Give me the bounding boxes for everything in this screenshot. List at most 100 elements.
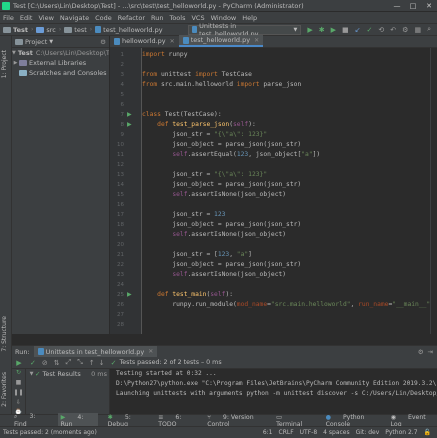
menu-run[interactable]: Run xyxy=(151,14,163,22)
tree-item-scratches[interactable]: Scratches and Consoles xyxy=(12,68,109,78)
run-icon[interactable]: ▶ xyxy=(307,26,312,34)
breadcrumb-src[interactable]: src xyxy=(36,26,56,34)
code-line: self.assertIsNone(json_object) xyxy=(172,231,287,238)
status-position[interactable]: 6:1 xyxy=(263,429,273,436)
expand-icon[interactable]: ⤢ xyxy=(66,358,72,367)
chevron-down-icon[interactable]: ▼ xyxy=(28,371,35,377)
close-icon[interactable]: ✕ xyxy=(254,37,259,44)
collapse-icon[interactable]: ⤡ xyxy=(77,358,83,367)
code-line: self.assertIsNone(json_object) xyxy=(172,271,287,278)
run-test-icon[interactable]: ▶ xyxy=(127,110,132,120)
line-number: 7 xyxy=(120,112,125,118)
status-indent[interactable]: 4 spaces xyxy=(323,429,349,436)
settings-icon[interactable]: ⚙ xyxy=(402,26,408,34)
menu-view[interactable]: View xyxy=(38,14,53,22)
vcs-commit-icon[interactable]: ✓ xyxy=(367,26,373,34)
hide-icon[interactable]: ⇥ xyxy=(428,348,433,356)
close-button[interactable]: ✕ xyxy=(421,0,437,12)
line-number: 16 xyxy=(117,202,124,208)
tool-tab-structure[interactable]: 7: Structure xyxy=(1,316,8,352)
menu-help[interactable]: Help xyxy=(242,14,257,22)
chevron-right-icon[interactable]: ▶ xyxy=(12,60,19,66)
line-number: 22 xyxy=(117,262,124,268)
code-editor[interactable]: import runpy from unittest import TestCas… xyxy=(142,48,430,334)
rerun-icon[interactable]: ▶ xyxy=(12,359,26,367)
pause-icon[interactable]: ❚❚ xyxy=(12,389,25,399)
status-message[interactable]: Tests passed: 2 (moments ago) xyxy=(3,429,97,436)
menu-file[interactable]: File xyxy=(3,14,14,22)
status-interpreter[interactable]: Python 2.7 xyxy=(385,429,417,436)
menu-edit[interactable]: Edit xyxy=(20,14,33,22)
run-configuration-select[interactable]: Unittests in test_helloworld.py ▼ xyxy=(187,22,302,38)
line-number: 10 xyxy=(117,142,124,148)
revert-icon[interactable]: ↶ xyxy=(390,26,396,34)
chevron-down-icon[interactable]: ▼ xyxy=(49,39,53,45)
tool-tab-favorites[interactable]: 2: Favorites xyxy=(1,372,8,407)
run-label: Run: xyxy=(15,347,30,356)
search-icon: ⌕ xyxy=(14,413,20,420)
close-icon[interactable]: ✕ xyxy=(170,38,175,45)
vcs-update-icon[interactable]: ↙ xyxy=(355,26,361,34)
tree-item-test[interactable]: ▼ Test C:\Users\Lin\Desktop\T xyxy=(12,48,109,58)
left-tool-strip: 1: Project 7: Structure 2: Favorites xyxy=(0,36,12,426)
python-file-icon xyxy=(182,36,189,44)
export-icon[interactable]: ⇩ xyxy=(12,399,25,409)
up-icon[interactable]: ↑ xyxy=(89,359,95,367)
menu-navigate[interactable]: Navigate xyxy=(60,14,89,22)
code-line: def test_parse_json(self): xyxy=(157,121,256,128)
code-line: json_object = parse_json(json_str) xyxy=(142,141,302,148)
menu-window[interactable]: Window xyxy=(211,14,237,22)
debug-icon[interactable]: ✱ xyxy=(319,26,325,34)
tab-helloworld[interactable]: helloworld.py ✕ xyxy=(110,35,179,47)
menu-vcs[interactable]: VCS xyxy=(191,14,204,22)
menu-refactor[interactable]: Refactor xyxy=(118,14,145,22)
settings-icon[interactable]: ⚙ xyxy=(100,38,106,46)
breadcrumb-project[interactable]: Test xyxy=(3,26,28,34)
rerun-icon[interactable]: ↻ xyxy=(12,369,25,379)
history-icon[interactable]: ⟲ xyxy=(378,26,384,34)
settings-icon[interactable]: ⚙ xyxy=(418,348,424,356)
search-icon[interactable]: ⌕ xyxy=(427,25,431,34)
tool-tab-project[interactable]: 1: Project xyxy=(1,50,8,78)
stop-icon[interactable]: ■ xyxy=(342,26,349,34)
breadcrumb-test[interactable]: test xyxy=(64,26,87,34)
lock-icon[interactable]: 🔓 xyxy=(424,429,431,436)
menu-code[interactable]: Code xyxy=(95,14,112,22)
project-structure-icon[interactable]: ▦ xyxy=(414,26,421,34)
status-git-branch[interactable]: Git: dev xyxy=(356,429,380,436)
folder-icon xyxy=(36,26,45,33)
test-results-root[interactable]: ▼ ✓ Test Results 0 ms xyxy=(26,369,109,379)
close-icon[interactable]: ✕ xyxy=(148,348,153,355)
menu-tools[interactable]: Tools xyxy=(169,14,185,22)
run-test-icon[interactable]: ▶ xyxy=(127,120,132,130)
minimize-button[interactable]: — xyxy=(389,0,405,12)
status-line-separator[interactable]: CRLF xyxy=(279,429,294,436)
maximize-button[interactable]: □ xyxy=(405,0,421,12)
line-number: 12 xyxy=(117,162,124,168)
stop-icon[interactable]: ■ xyxy=(12,379,25,389)
project-view-select[interactable]: Project xyxy=(25,38,47,46)
sort-icon[interactable]: ⇅ xyxy=(54,359,60,367)
tree-item-external-libraries[interactable]: ▶ External Libraries xyxy=(12,58,109,68)
run-tab[interactable]: Unittests in test_helloworld.py ✕ xyxy=(33,345,158,358)
editor-scrollbar[interactable] xyxy=(430,48,437,334)
status-encoding[interactable]: UTF-8 xyxy=(300,429,318,436)
run-icon: ▶ xyxy=(60,413,68,421)
down-icon[interactable]: ↓ xyxy=(99,359,105,367)
breadcrumb-file[interactable]: test_helloworld.py xyxy=(95,26,163,34)
chevron-down-icon[interactable]: ▼ xyxy=(12,50,16,56)
tab-label: helloworld.py xyxy=(122,37,166,45)
code-line: self.assertIsNone(json_object) xyxy=(172,191,287,198)
editor-gutter[interactable]: 1 2 3 4 5 6 7 ▶ 8 ▶ 9 10 11 12 13 14 15 16 17 18 19 20 21 22 23 2… xyxy=(110,48,142,334)
line-number: 25 xyxy=(117,292,124,298)
run-test-icon[interactable]: ▶ xyxy=(127,290,132,300)
tab-test-helloworld[interactable]: test_helloworld.py ✕ xyxy=(178,35,264,47)
line-number: 2 xyxy=(120,62,125,68)
line-number: 5 xyxy=(120,92,125,98)
ban-icon[interactable]: ⊘ xyxy=(42,359,48,367)
breadcrumb-label: Test xyxy=(13,25,28,34)
checkmark-icon: ✓ xyxy=(35,370,41,378)
python-file-icon xyxy=(114,37,120,45)
coverage-icon[interactable]: ▶ xyxy=(331,26,336,34)
tree-item-label: Scratches and Consoles xyxy=(29,69,107,77)
